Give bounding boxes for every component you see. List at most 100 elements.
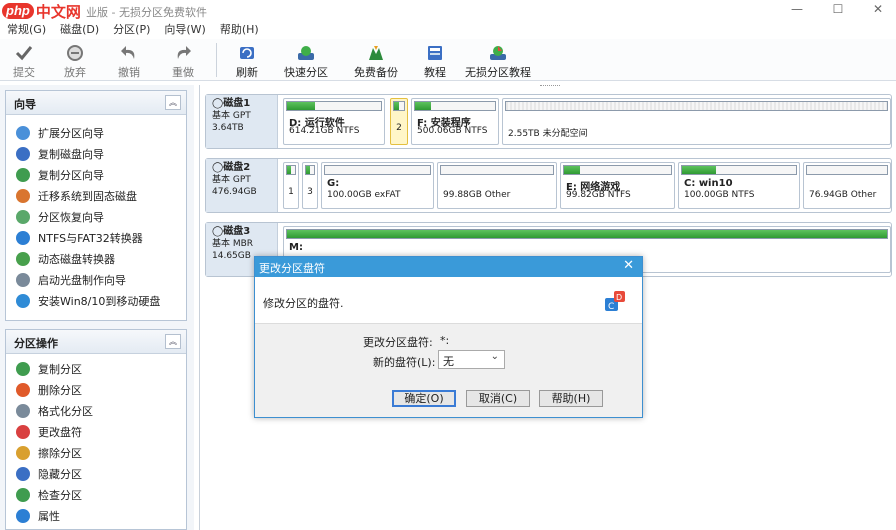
usage-bar-fill: [394, 102, 399, 110]
disk-row[interactable]: ◯磁盘1 基本 GPT 3.64TB D: 运行软件 614.21GB NTFS 2 F: …: [205, 94, 892, 149]
lossless-tutorial-icon: [488, 44, 508, 62]
disk-size: 476.94GB: [212, 187, 257, 197]
usage-bar: [305, 165, 315, 175]
usage-bar: [505, 101, 888, 111]
wizard-item[interactable]: 扩展分区向导: [6, 122, 186, 143]
partition-op-item-icon: [16, 424, 30, 439]
partition-op-item-icon: [16, 487, 30, 502]
wizard-item[interactable]: NTFS与FAT32转换器: [6, 227, 186, 248]
usage-bar-fill: [287, 102, 316, 110]
lossless-tutorial-button[interactable]: 无损分区教程: [459, 39, 537, 81]
window-title: 业版 - 无损分区免费软件: [86, 6, 207, 19]
current-letter-value: *:: [440, 334, 450, 347]
disk-info[interactable]: ◯磁盘2 基本 GPT 476.94GB: [206, 159, 278, 212]
partition-op-item-icon: [16, 445, 30, 460]
svg-text:C: C: [608, 302, 614, 312]
partition-block[interactable]: 3: [302, 162, 318, 209]
dialog-message: 修改分区的盘符.: [263, 297, 344, 310]
partition-ops-panel: 分区操作 ︽ 复制分区 删除分区 格式化分区 更改盘符 擦除分区 隐藏分区 检查分区 属性: [5, 329, 187, 530]
partition-detail: 2.55TB 未分配空间: [508, 129, 588, 139]
help-button[interactable]: 帮助(H): [539, 390, 603, 407]
disk-type: 基本 GPT: [212, 175, 251, 185]
undo-button[interactable]: 撤销: [102, 39, 156, 81]
menu-help[interactable]: 帮助(H): [213, 21, 266, 39]
disk-row[interactable]: ◯磁盘2 基本 GPT 476.94GB 1 3 G: 100.00GB exFAT 99.8…: [205, 158, 892, 213]
tutorial-icon: [425, 44, 445, 62]
wizard-item[interactable]: 动态磁盘转换器: [6, 248, 186, 269]
partition-op-item[interactable]: 检查分区: [6, 484, 186, 505]
partition-block[interactable]: E: 网络游戏 99.82GB NTFS: [560, 162, 675, 209]
redo-button[interactable]: 重做: [156, 39, 210, 81]
apply-button[interactable]: 提交: [0, 39, 48, 81]
partition-detail: 100.00GB exFAT: [327, 190, 401, 200]
usage-bar: [806, 165, 888, 175]
partition-label: G:: [327, 178, 340, 189]
drive-letter-icon: CD: [604, 290, 626, 312]
discard-button[interactable]: 放弃: [48, 39, 102, 81]
partition-block[interactable]: 76.94GB Other: [803, 162, 891, 209]
partition-block[interactable]: 2: [390, 98, 408, 145]
usage-bar: [393, 101, 405, 111]
wizard-item[interactable]: 分区恢复向导: [6, 206, 186, 227]
partition-op-item[interactable]: 更改盘符: [6, 421, 186, 442]
partition-block[interactable]: D: 运行软件 614.21GB NTFS: [283, 98, 385, 145]
new-letter-select[interactable]: 无 ⌄: [438, 350, 505, 369]
disk-size: 3.64TB: [212, 123, 244, 133]
usage-bar-fill: [682, 166, 717, 174]
redo-icon: [173, 44, 193, 62]
wizard-item[interactable]: 复制磁盘向导: [6, 143, 186, 164]
refresh-button[interactable]: 刷新: [223, 39, 271, 81]
partition-block[interactable]: C: win10 100.00GB NTFS: [678, 162, 800, 209]
ok-button[interactable]: 确定(O): [392, 390, 456, 407]
partition-op-item[interactable]: 隐藏分区: [6, 463, 186, 484]
window-close-button[interactable]: ✕: [863, 0, 893, 20]
partition-detail: 3: [307, 187, 313, 197]
free-backup-button[interactable]: 免费备份: [341, 39, 411, 81]
tutorial-button[interactable]: 教程: [411, 39, 459, 81]
disk-icon: ◯: [212, 162, 224, 173]
cancel-button[interactable]: 取消(C): [466, 390, 530, 407]
partition-op-item[interactable]: 复制分区: [6, 358, 186, 379]
usage-bar: [286, 165, 296, 175]
partition-label: C: win10: [684, 178, 733, 189]
wizard-item-icon: [16, 251, 30, 266]
partition-op-item-icon: [16, 361, 30, 376]
wizard-item[interactable]: 启动光盘制作向导: [6, 269, 186, 290]
partition-op-item[interactable]: 格式化分区: [6, 400, 186, 421]
menu-disk[interactable]: 磁盘(D): [53, 21, 106, 39]
sidebar: 向导 ︽ 扩展分区向导 复制磁盘向导 复制分区向导 迁移系统到固态磁盘 分区恢复向导 NT…: [0, 85, 194, 530]
wizard-item[interactable]: 安装Win8/10到移动硬盘: [6, 290, 186, 311]
partition-detail: 1: [288, 187, 294, 197]
partition-label: M:: [289, 242, 303, 253]
disk-name: ◯磁盘3: [212, 226, 251, 237]
wizard-item-label: 迁移系统到固态磁盘: [38, 189, 137, 203]
current-letter-label: 更改分区盘符:: [363, 336, 433, 349]
wizard-item[interactable]: 迁移系统到固态磁盘: [6, 185, 186, 206]
disk-icon: ◯: [212, 226, 224, 237]
partition-block[interactable]: F: 安装程序 500.06GB NTFS: [411, 98, 499, 145]
wizard-item[interactable]: 复制分区向导: [6, 164, 186, 185]
partition-op-item-icon: [16, 403, 30, 418]
menu-general[interactable]: 常规(G): [0, 21, 53, 39]
partition-op-item[interactable]: 删除分区: [6, 379, 186, 400]
minimize-button[interactable]: —: [782, 0, 812, 20]
partition-block[interactable]: 2.55TB 未分配空间: [502, 98, 891, 145]
collapse-partition-ops-button[interactable]: ︽: [165, 334, 181, 349]
menu-partition[interactable]: 分区(P): [106, 21, 157, 39]
dialog-close-icon[interactable]: ✕: [623, 258, 634, 273]
maximize-button[interactable]: ☐: [823, 0, 853, 20]
partition-detail: 99.82GB NTFS: [566, 190, 631, 200]
disk-info[interactable]: ◯磁盘1 基本 GPT 3.64TB: [206, 95, 278, 148]
menu-wizard[interactable]: 向导(W): [157, 21, 212, 39]
partition-op-item-label: 格式化分区: [38, 404, 93, 418]
partition-block[interactable]: 1: [283, 162, 299, 209]
quick-partition-button[interactable]: 快速分区: [271, 39, 341, 81]
partition-op-item-label: 擦除分区: [38, 446, 82, 460]
partition-op-item-label: 隐藏分区: [38, 467, 82, 481]
partition-block[interactable]: 99.88GB Other: [437, 162, 557, 209]
partition-op-item[interactable]: 属性: [6, 505, 186, 526]
partition-op-item[interactable]: 擦除分区: [6, 442, 186, 463]
splitter-grip[interactable]: [540, 85, 560, 88]
partition-block[interactable]: G: 100.00GB exFAT: [321, 162, 434, 209]
collapse-wizard-button[interactable]: ︽: [165, 95, 181, 110]
